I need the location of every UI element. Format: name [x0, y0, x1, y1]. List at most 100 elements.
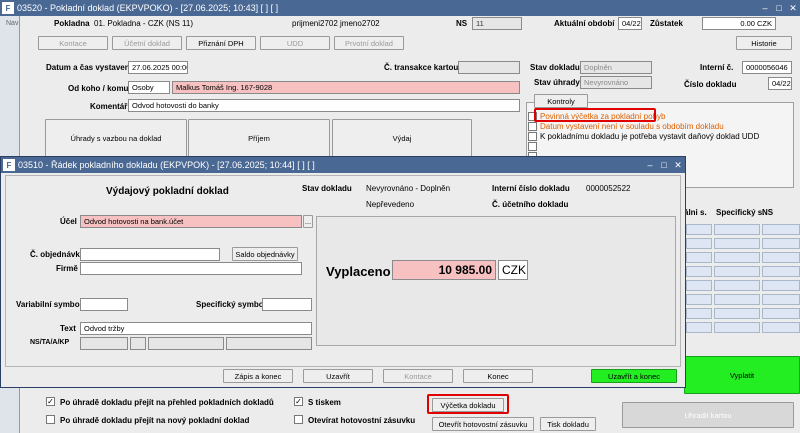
- label-prejit-novy: Po úhradě dokladu přejít na nový pokladn…: [60, 416, 250, 425]
- close-icon[interactable]: ✕: [786, 3, 800, 14]
- grid-cell[interactable]: [686, 280, 712, 291]
- vs-field[interactable]: [80, 298, 128, 311]
- ss-label: Specifický symbol: [196, 300, 266, 309]
- prijem-button[interactable]: Příjem: [188, 119, 330, 157]
- otevrit-zasuvku-button[interactable]: Otevřít hotovostní zásuvku: [432, 417, 534, 431]
- historie-button[interactable]: Historie: [736, 36, 792, 50]
- grid-cell[interactable]: [714, 322, 760, 333]
- grid-cell[interactable]: [714, 280, 760, 291]
- ns-field[interactable]: 11: [472, 17, 522, 30]
- ns-ta-label: NS/TA/A/KP: [30, 339, 70, 346]
- datum-label: Datum a čas vystavení: [46, 63, 132, 72]
- grid-cell[interactable]: [762, 224, 800, 235]
- ns-field-1[interactable]: [80, 337, 128, 350]
- dialog-kontace-button[interactable]: Kontace: [383, 369, 453, 383]
- priznani-dph-button[interactable]: Přiznání DPH: [186, 36, 256, 50]
- kontace-button[interactable]: Kontace: [38, 36, 108, 50]
- grid-cell[interactable]: [714, 238, 760, 249]
- udd-button[interactable]: UDD: [260, 36, 330, 50]
- kontroly-button[interactable]: Kontroly: [534, 94, 588, 108]
- currency-field[interactable]: CZK: [498, 260, 528, 280]
- grid-cell[interactable]: [686, 252, 712, 263]
- grid-cell[interactable]: [714, 224, 760, 235]
- check-s-tiskem[interactable]: ✓: [294, 397, 303, 406]
- dialog-close-icon[interactable]: ✕: [671, 160, 685, 171]
- dialog-minimize-icon[interactable]: –: [643, 160, 657, 170]
- grid-cell[interactable]: [762, 294, 800, 305]
- grid-cell[interactable]: [714, 252, 760, 263]
- grid-cell[interactable]: [686, 308, 712, 319]
- dialog-app-icon: F: [3, 159, 15, 171]
- dialog-maximize-icon[interactable]: □: [657, 160, 671, 170]
- check-prejit-prehled[interactable]: ✓: [46, 397, 55, 406]
- ns-field-4[interactable]: [226, 337, 312, 350]
- grid-cell[interactable]: [762, 280, 800, 291]
- dialog-interni-value: 0000052522: [586, 184, 631, 193]
- objednavka-field[interactable]: [80, 248, 220, 261]
- vs-label: Variabilní symbol: [16, 300, 82, 309]
- ucetni-doklad-button[interactable]: Účetní doklad: [112, 36, 182, 50]
- firma-field[interactable]: [80, 262, 302, 275]
- grid-cell[interactable]: [686, 266, 712, 277]
- grid-cell[interactable]: [762, 308, 800, 319]
- ucel-field[interactable]: Odvod hotovosti na bank.účet: [80, 215, 302, 228]
- minimize-icon[interactable]: –: [758, 3, 772, 13]
- kontrola-check-3[interactable]: [528, 132, 537, 141]
- vyplatit-button[interactable]: Vyplatit: [684, 356, 800, 394]
- obdobi-field[interactable]: 04/22: [618, 17, 642, 30]
- maximize-icon[interactable]: □: [772, 3, 786, 13]
- uhradit-kartou-button[interactable]: Uhradit kartou: [622, 402, 794, 428]
- transakce-label: Č. transakce kartou: [384, 63, 459, 72]
- kontrola-check-2[interactable]: [528, 122, 537, 131]
- zustatek-label: Zůstatek: [650, 19, 683, 28]
- komentar-field[interactable]: Odvod hotovosti do banky: [128, 99, 520, 112]
- kontrola-check-4[interactable]: [528, 142, 537, 151]
- dialog-stav-value: Nevyrovnáno - Doplněn: [366, 184, 451, 193]
- check-otevirat-zasuvku[interactable]: [294, 415, 303, 424]
- stav-uhrady-field[interactable]: Nevyrovnáno: [580, 76, 652, 89]
- vyplaceno-field[interactable]: 10 985.00: [392, 260, 496, 280]
- grid-cell[interactable]: [686, 322, 712, 333]
- grid-cell[interactable]: [714, 308, 760, 319]
- kontrola-item-2: Datum vystavení není v souladu s obdobím…: [540, 122, 724, 131]
- pokladna-value: 01. Pokladna - CZK (NS 11): [94, 19, 194, 28]
- ns-field-3[interactable]: [148, 337, 224, 350]
- ucel-more-button[interactable]: ...: [303, 215, 313, 228]
- zustatek-field[interactable]: 0.00 CZK: [702, 17, 776, 30]
- konec-button[interactable]: Konec: [463, 369, 533, 383]
- nav-label[interactable]: Nav: [6, 20, 18, 27]
- dialog-title: 03510 - Řádek pokladního dokladu (EKPVPO…: [18, 160, 295, 170]
- grid-cell[interactable]: [686, 224, 712, 235]
- datum-field[interactable]: 27.06.2025 00:00: [128, 61, 188, 74]
- grid-cell[interactable]: [762, 252, 800, 263]
- dialog-body: Výdajový pokladní doklad Stav dokladu Ne…: [5, 175, 681, 367]
- odkoho-type-field[interactable]: Osoby: [128, 81, 170, 94]
- grid-cell[interactable]: [714, 294, 760, 305]
- main-titlebar: F 03520 - Pokladní doklad (EKPVPOKO) - […: [0, 0, 800, 16]
- grid-cell[interactable]: [762, 238, 800, 249]
- tisk-dokladu-button[interactable]: Tisk dokladu: [540, 417, 596, 431]
- interni-field[interactable]: 0000056046: [742, 61, 792, 74]
- uzavrit-a-konec-button[interactable]: Uzavřít a konec: [591, 369, 677, 383]
- grid-cell[interactable]: [762, 322, 800, 333]
- text-field[interactable]: Odvod tržby: [80, 322, 312, 335]
- ns-field-2[interactable]: [130, 337, 146, 350]
- vydaj-button[interactable]: Výdaj: [332, 119, 472, 157]
- label-prejit-prehled: Po úhradě dokladu přejít na přehled pokl…: [60, 398, 274, 407]
- odkoho-field[interactable]: Malkus Tomáš Ing. 167-9028: [172, 81, 520, 94]
- check-prejit-novy[interactable]: [46, 415, 55, 424]
- dialog-title-brackets: [ ] [ ]: [297, 160, 315, 170]
- uzavrit-button[interactable]: Uzavřít: [303, 369, 373, 383]
- transakce-field[interactable]: [458, 61, 520, 74]
- grid-cell[interactable]: [762, 266, 800, 277]
- prvotni-doklad-button[interactable]: Prvotní doklad: [334, 36, 404, 50]
- cislo-field[interactable]: 04/22: [768, 77, 792, 90]
- grid-cell[interactable]: [714, 266, 760, 277]
- grid-cell[interactable]: [686, 294, 712, 305]
- ss-field[interactable]: [262, 298, 312, 311]
- stav-dokladu-field[interactable]: Doplněn: [580, 61, 652, 74]
- grid-cell[interactable]: [686, 238, 712, 249]
- saldo-objednavky-button[interactable]: Saldo objednávky: [232, 247, 298, 261]
- uhrady-button[interactable]: Úhrady s vazbou na doklad: [45, 119, 187, 157]
- zapis-a-konec-button[interactable]: Zápis a konec: [223, 369, 293, 383]
